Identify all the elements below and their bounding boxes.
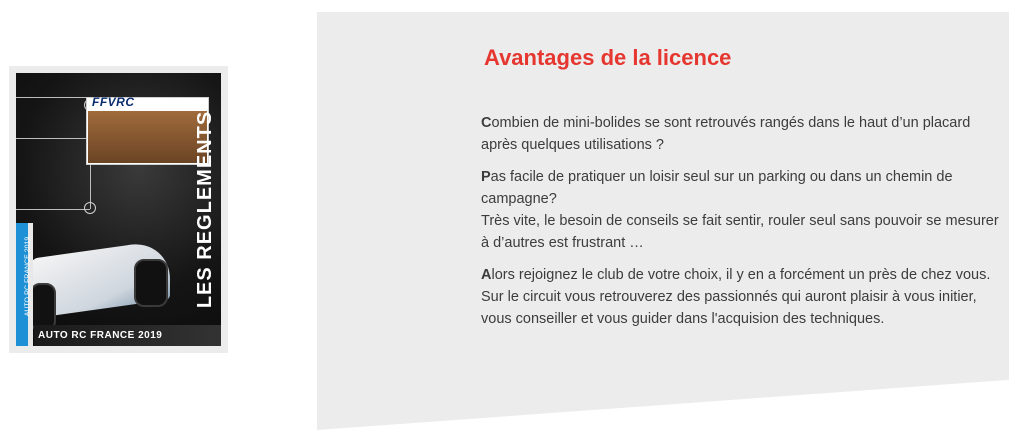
car-wheel	[134, 259, 168, 307]
paragraph-text: as facile de pratiquer un loisir seul su…	[481, 169, 953, 207]
cover-line	[16, 209, 90, 210]
paragraph-text: Très vite, le besoin de conseils se fait…	[481, 213, 999, 251]
cover-bottom-label: AUTO RC FRANCE 2019	[38, 330, 163, 341]
cover-line	[16, 97, 86, 98]
section-title: Avantages de la licence	[484, 45, 732, 70]
cover-node	[84, 202, 96, 214]
paragraph-3: Alors rejoignez le club de votre choix, …	[481, 264, 1001, 330]
drop-initial: C	[481, 115, 492, 131]
drop-initial: A	[481, 267, 492, 283]
reglements-cover-image: FFVRC AUTO RC FRANCE 2019 LES REGLEMENTS…	[16, 73, 221, 346]
paragraph-text: lors rejoignez le club de votre choix, i…	[481, 267, 991, 327]
buggy-photo	[88, 111, 207, 163]
ffvrc-logo: FFVRC	[92, 95, 135, 109]
cover-vertical-title: LES REGLEMENTS	[194, 95, 218, 323]
paragraph-1: Combien de mini-bolides se sont retrouvé…	[481, 112, 1001, 156]
cover-line	[16, 138, 86, 139]
paragraph-text: ombien de mini-bolides se sont retrouvés…	[481, 115, 971, 153]
paragraph-2: Pas facile de pratiquer un loisir seul s…	[481, 166, 1001, 254]
drop-initial: P	[481, 169, 491, 185]
cover-vertical-title-text: LES REGLEMENTS	[194, 110, 217, 308]
section-content: Combien de mini-bolides se sont retrouvé…	[481, 112, 1001, 340]
car-wheel	[30, 283, 56, 331]
reglements-cover-card[interactable]: FFVRC AUTO RC FRANCE 2019 LES REGLEMENTS…	[9, 66, 228, 353]
cover-side-label: AUTO RC FRANCE 2019	[24, 236, 32, 317]
